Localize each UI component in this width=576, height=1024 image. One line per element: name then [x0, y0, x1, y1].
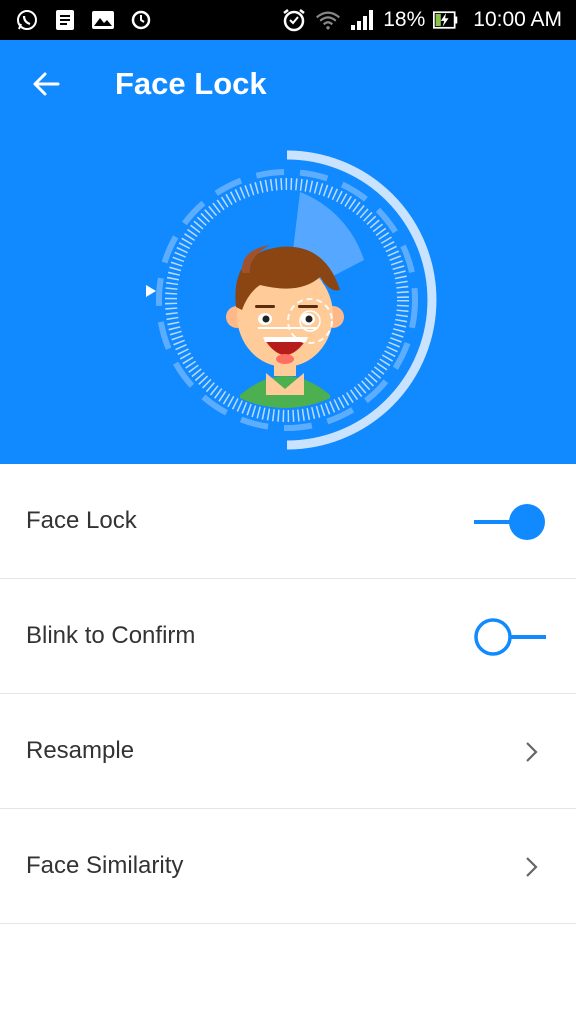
face-lock-toggle[interactable]	[472, 502, 548, 542]
whatsapp-icon	[14, 7, 40, 33]
notes-icon	[52, 7, 78, 33]
setting-label: Face Similarity	[26, 852, 184, 879]
battery-charging-icon	[433, 7, 459, 33]
settings-list: Face Lock Blink to Confirm Resample Face…	[0, 464, 576, 924]
gallery-icon	[90, 7, 116, 33]
setting-label: Blink to Confirm	[26, 622, 196, 649]
setting-face-lock[interactable]: Face Lock	[0, 464, 576, 579]
chevron-right-icon	[522, 853, 542, 881]
back-button[interactable]	[22, 62, 70, 110]
battery-percent: 18%	[383, 8, 426, 31]
wifi-icon	[315, 7, 341, 33]
setting-label: Face Lock	[26, 507, 137, 534]
clock: 10:00 AM	[473, 8, 562, 31]
arrow-left-icon	[32, 71, 60, 102]
setting-blink-to-confirm[interactable]: Blink to Confirm	[0, 579, 576, 694]
sync-icon	[128, 7, 154, 33]
setting-resample[interactable]: Resample	[0, 694, 576, 809]
header: Face Lock	[0, 40, 576, 464]
setting-label: Resample	[26, 737, 135, 764]
setting-face-similarity[interactable]: Face Similarity	[0, 809, 576, 924]
status-bar: 18% 10:00 AM	[0, 0, 576, 40]
alarm-icon	[281, 7, 307, 33]
blink-to-confirm-toggle[interactable]	[472, 617, 548, 657]
chevron-right-icon	[522, 738, 542, 766]
face-scan-illustration	[130, 145, 450, 455]
page-title: Face Lock	[115, 66, 267, 101]
signal-icon	[349, 7, 375, 33]
